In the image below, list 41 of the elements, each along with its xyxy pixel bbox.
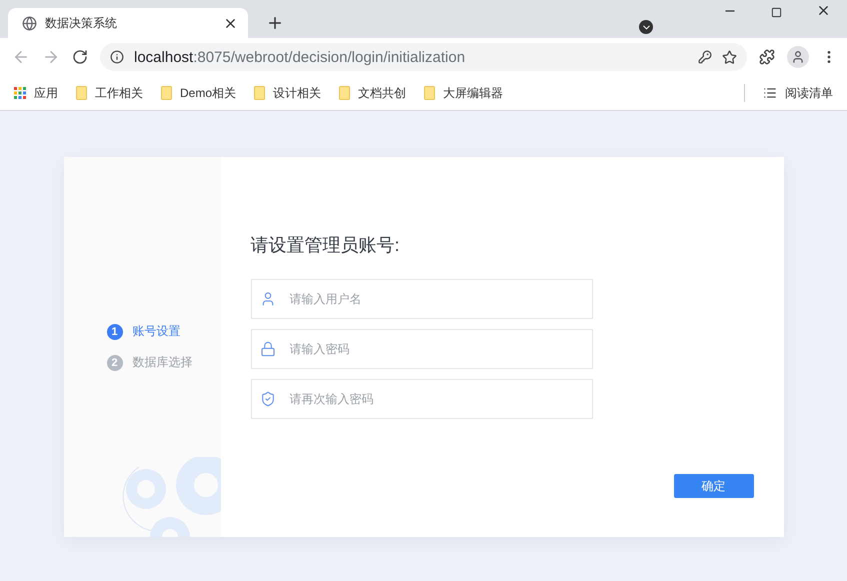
input-field[interactable]: 请再次输入密码	[250, 379, 592, 419]
folder-icon	[161, 86, 172, 100]
step-label: 账号设置	[132, 323, 180, 340]
step-label: 数据库选择	[132, 354, 192, 371]
star-icon[interactable]	[722, 50, 737, 64]
reading-list-item[interactable]: 阅读清单	[763, 84, 833, 102]
input-field[interactable]: 请输入用户名	[250, 279, 592, 319]
step-number: 2	[106, 354, 122, 370]
reload-icon[interactable]	[72, 49, 88, 65]
globe-icon	[22, 16, 37, 30]
folder-icon	[76, 86, 87, 100]
list-icon	[763, 86, 777, 100]
bookmark-item[interactable]: 设计相关	[254, 84, 322, 102]
text-input[interactable]: 请输入用户名	[288, 291, 592, 307]
text-input[interactable]: 请输入密码	[288, 341, 592, 357]
folder-icon	[424, 86, 436, 100]
dropdown-icon[interactable]	[639, 20, 653, 34]
confirm-button[interactable]: 确定	[674, 474, 754, 498]
browser-tab[interactable]: 数据决策系统	[8, 8, 248, 38]
bookmark-item[interactable]: 应用	[14, 84, 58, 102]
bookmark-item[interactable]: Demo相关	[161, 84, 236, 102]
folder-icon	[339, 86, 350, 100]
bookmark-item[interactable]: 大屏编辑器	[424, 84, 504, 102]
key-icon[interactable]	[698, 50, 712, 64]
profile-icon[interactable]	[787, 46, 809, 68]
url-text: localhost:8075/webroot/decision/login/initialization	[134, 48, 466, 66]
new-tab-icon[interactable]	[266, 14, 284, 32]
tab-title: 数据决策系统	[45, 14, 118, 32]
apps-grid-icon	[14, 87, 26, 99]
folder-icon	[254, 86, 266, 100]
step-number: 1	[106, 324, 122, 340]
address-bar[interactable]: localhost:8075/webroot/decision/login/initialization	[100, 43, 747, 71]
form-title: 请设置管理员账号:	[250, 234, 401, 257]
input-field[interactable]: 请输入密码	[250, 329, 592, 369]
close-icon[interactable]	[816, 3, 831, 18]
bookmark-item[interactable]: 工作相关	[76, 84, 143, 102]
bookmark-item[interactable]: 文档共创	[339, 84, 406, 102]
puzzle-icon[interactable]	[759, 49, 775, 65]
text-input[interactable]: 请再次输入密码	[288, 391, 592, 407]
info-icon	[110, 50, 124, 64]
maximize-icon[interactable]	[771, 7, 782, 18]
